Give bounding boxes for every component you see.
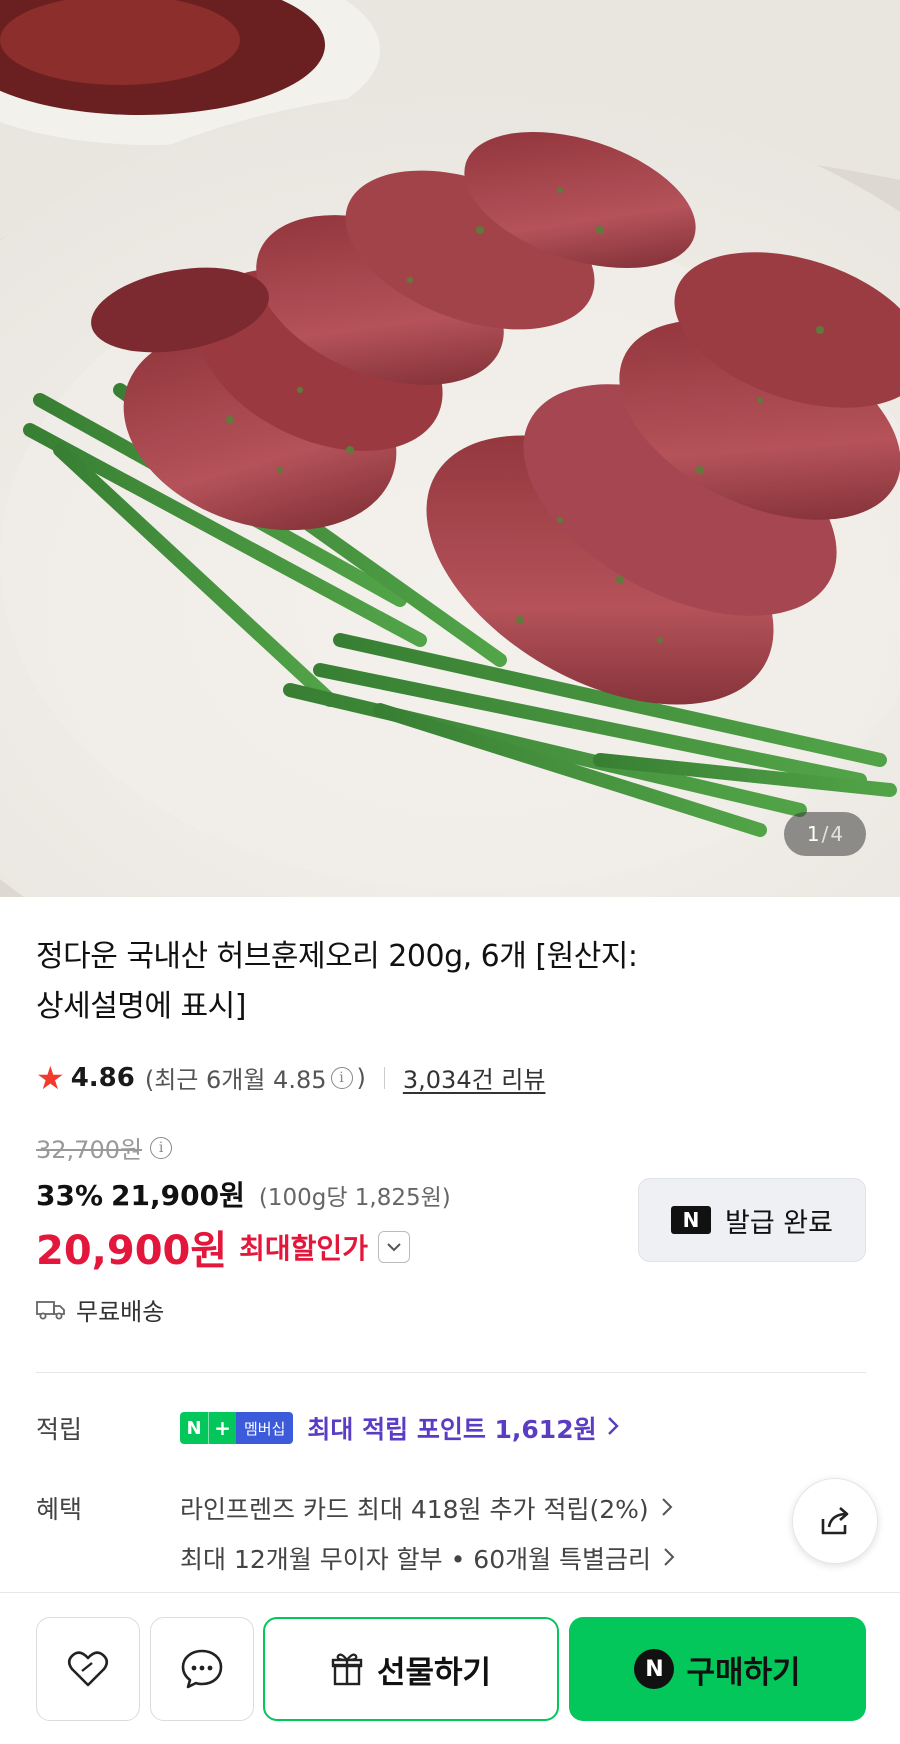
- discount-rate: 33%: [36, 1179, 104, 1212]
- heart-icon: [67, 1651, 109, 1687]
- image-counter-current: 1: [806, 822, 820, 846]
- badge-n: N: [180, 1412, 208, 1444]
- gift-icon: [331, 1653, 363, 1686]
- divider: [383, 1066, 385, 1089]
- points-row-label: 적립: [36, 1415, 83, 1444]
- price-info-icon[interactable]: i: [150, 1136, 173, 1159]
- shipping-row: 무료배송: [36, 1292, 164, 1327]
- badge-text: 멤버십: [236, 1412, 294, 1444]
- chevron-right-icon: [663, 1544, 675, 1573]
- product-title-line1: 정다운 국내산 허브훈제오리 200g, 6개 [원산지:: [36, 939, 638, 974]
- best-price-row[interactable]: 20,900원 최대할인가: [36, 1218, 410, 1276]
- buy-label: 구매하기: [686, 1654, 801, 1691]
- benefit-line2: 최대 12개월 무이자 할부 • 60개월 특별금리: [180, 1545, 652, 1574]
- gift-button[interactable]: 선물하기: [263, 1617, 559, 1721]
- chevron-right-icon: [607, 1414, 619, 1442]
- rating-score: 4.86: [70, 1062, 135, 1093]
- sale-price-row: 33% 21,900원 (100g당 1,825원): [36, 1174, 451, 1214]
- original-price-row: 32,700원 i: [36, 1130, 176, 1165]
- shipping-label: 무료배송: [76, 1298, 165, 1326]
- section-divider: [36, 1372, 866, 1373]
- image-counter-separator: /: [821, 822, 829, 846]
- original-price: 32,700원: [36, 1136, 143, 1164]
- chevron-right-icon: [661, 1494, 673, 1523]
- naver-logo-icon: N: [671, 1206, 712, 1234]
- truck-icon: [36, 1300, 65, 1319]
- benefit-card-points[interactable]: 라인프렌즈 카드 최대 418원 추가 적립(2%): [180, 1490, 673, 1526]
- review-link[interactable]: 3,034건 리뷰: [403, 1060, 546, 1095]
- rating-recent: (최근 6개월 4.85: [144, 1066, 327, 1094]
- benefits-row-label: 혜택: [36, 1495, 83, 1524]
- max-points-text: 최대 적립 포인트 1,612원: [307, 1415, 597, 1444]
- best-price: 20,900원: [36, 1228, 228, 1274]
- rating-recent-close: ): [356, 1063, 366, 1092]
- best-price-label: 최대할인가: [239, 1232, 368, 1265]
- coupon-issued-button[interactable]: N 발급 완료: [638, 1178, 866, 1262]
- chat-icon: [181, 1649, 223, 1689]
- product-title-line2: 상세설명에 표시]: [36, 989, 246, 1024]
- rating-row: ★ 4.86 (최근 6개월 4.85 i ) 3,034건 리뷰: [36, 1060, 545, 1095]
- naver-pay-icon: N: [634, 1649, 675, 1689]
- buy-button[interactable]: N 구매하기: [569, 1617, 866, 1721]
- chevron-down-icon[interactable]: [377, 1231, 410, 1263]
- image-counter: 1 / 4: [784, 812, 866, 856]
- chat-button[interactable]: [150, 1617, 254, 1721]
- product-image[interactable]: 1 / 4: [0, 0, 900, 897]
- product-title: 정다운 국내산 허브훈제오리 200g, 6개 [원산지: 상세설명에 표시]: [36, 932, 756, 1032]
- unit-price: (100g당 1,825원): [258, 1185, 451, 1211]
- badge-plus: +: [208, 1412, 236, 1444]
- share-icon: [821, 1507, 849, 1535]
- benefit-installment[interactable]: 최대 12개월 무이자 할부 • 60개월 특별금리: [180, 1540, 675, 1576]
- image-counter-total: 4: [830, 822, 844, 846]
- coupon-label: 발급 완료: [725, 1207, 833, 1239]
- star-icon: ★: [36, 1058, 65, 1097]
- sale-price: 21,900원: [111, 1179, 245, 1212]
- benefit-line1: 라인프렌즈 카드 최대 418원 추가 적립(2%): [180, 1495, 649, 1524]
- wishlist-button[interactable]: [36, 1617, 140, 1721]
- smoked-duck-photo: [0, 0, 900, 897]
- info-icon[interactable]: i: [330, 1066, 353, 1089]
- gift-label: 선물하기: [376, 1654, 492, 1691]
- share-button[interactable]: [792, 1478, 878, 1564]
- naver-plus-membership-badge: N + 멤버십: [180, 1412, 294, 1444]
- points-row[interactable]: N + 멤버십 최대 적립 포인트 1,612원: [180, 1410, 619, 1446]
- bottom-action-bar: 선물하기 N 구매하기: [0, 1592, 900, 1744]
